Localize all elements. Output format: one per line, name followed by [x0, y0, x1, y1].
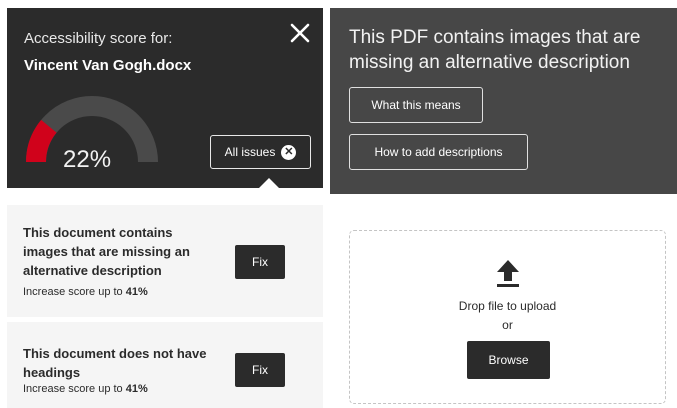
- pdf-message-panel: This PDF contains images that are missin…: [330, 8, 677, 194]
- issue-score-prefix: Increase score up to: [23, 383, 126, 395]
- close-icon[interactable]: [289, 22, 311, 44]
- issue-card: This document contains images that are m…: [7, 205, 323, 317]
- what-this-means-button[interactable]: What this means: [349, 87, 483, 123]
- all-issues-button[interactable]: All issues ✕: [210, 135, 311, 169]
- all-issues-label: All issues: [224, 145, 276, 159]
- issue-score-value: 41%: [125, 383, 148, 395]
- issue-description: This document contains images that are m…: [23, 225, 190, 278]
- issue-score-prefix: Increase score up to: [23, 286, 126, 298]
- issue-score-increase: Increase score up to 41%: [23, 383, 148, 395]
- file-drop-zone[interactable]: Drop file to upload or Browse: [349, 230, 666, 404]
- accessibility-score-panel: Accessibility score for: Vincent Van Gog…: [7, 8, 323, 189]
- document-name: Vincent Van Gogh.docx: [24, 57, 192, 74]
- or-text: or: [502, 318, 513, 332]
- popover-pointer: [258, 178, 280, 189]
- how-to-add-descriptions-button[interactable]: How to add descriptions: [349, 134, 528, 170]
- fix-button[interactable]: Fix: [235, 353, 285, 387]
- upload-icon: [497, 260, 519, 287]
- gauge-fill: [26, 119, 57, 163]
- drop-file-text: Drop file to upload: [458, 299, 557, 313]
- issue-description: This document does not have headings: [23, 346, 207, 380]
- issue-card: This document does not have headings Inc…: [7, 322, 323, 408]
- browse-button[interactable]: Browse: [467, 341, 550, 379]
- issue-score-increase: Increase score up to 41%: [23, 286, 148, 298]
- issue-score-value: 41%: [125, 286, 148, 298]
- pdf-message-title: This PDF contains images that are missin…: [349, 27, 641, 73]
- score-caption: Accessibility score for:: [24, 30, 173, 47]
- fix-button[interactable]: Fix: [235, 245, 285, 279]
- x-circle-icon: ✕: [281, 144, 297, 160]
- score-percentage: 22%: [63, 146, 112, 173]
